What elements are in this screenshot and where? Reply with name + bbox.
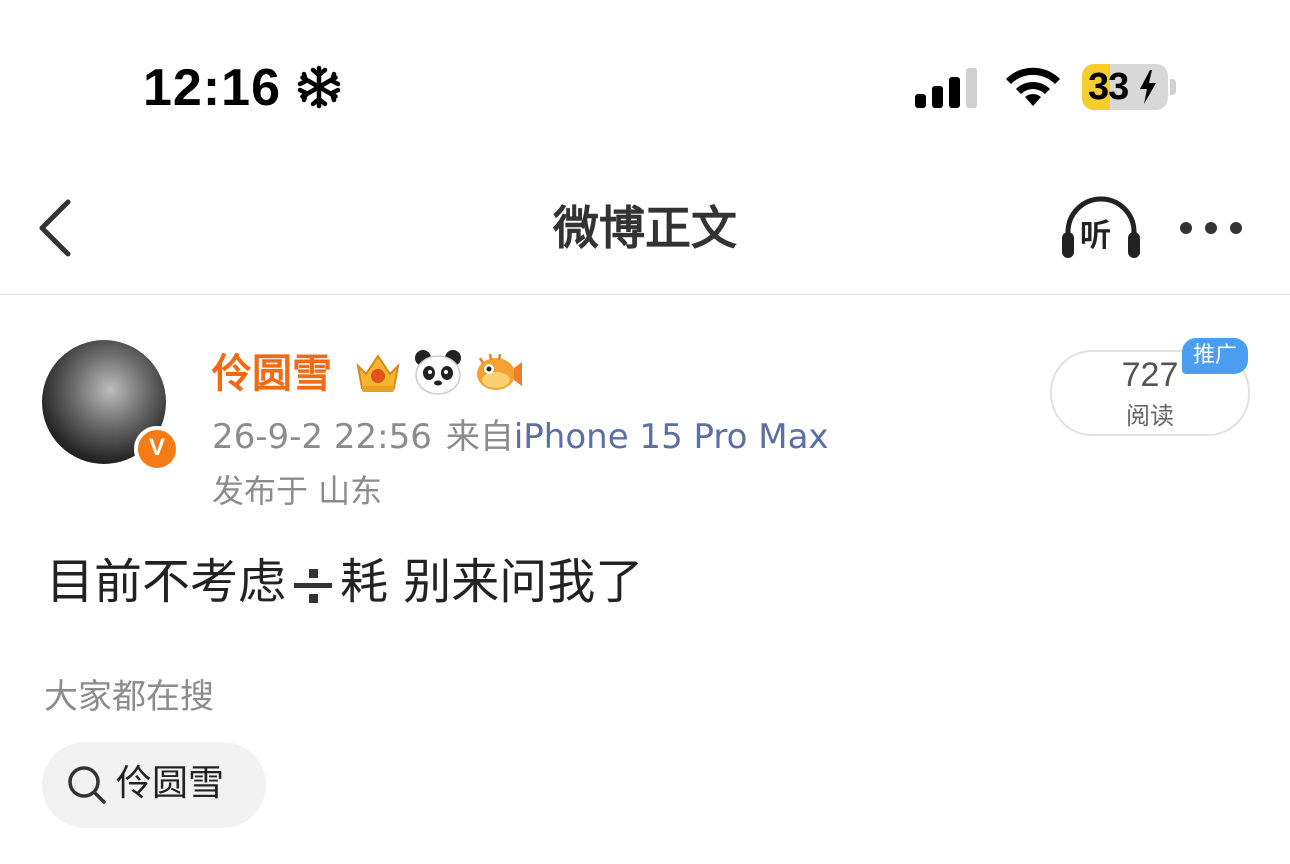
post-meta: 26-9-2 22:56 来自iPhone 15 Pro Max	[212, 414, 829, 460]
panda-emoji-icon	[415, 350, 461, 395]
read-label: 阅读	[1126, 402, 1174, 430]
battery-charging-icon: 33	[1082, 64, 1178, 110]
source-label: 来自	[445, 417, 514, 457]
more-icon[interactable]	[1180, 216, 1250, 240]
cellular-signal-icon	[915, 68, 977, 108]
username[interactable]: 伶圆雪	[212, 348, 332, 400]
status-time: 12:16	[143, 59, 281, 117]
listen-button[interactable]: 听	[1058, 196, 1144, 260]
post-text-part-2: 耗 别来问我了	[340, 554, 644, 610]
division-sign-icon	[292, 565, 334, 605]
crown-badge-icon[interactable]	[352, 348, 404, 396]
search-icon	[68, 766, 106, 804]
nav-bar: 微博正文 听	[0, 160, 1290, 295]
avatar[interactable]: V	[42, 340, 180, 472]
wifi-icon	[1006, 67, 1060, 106]
snowflake-icon	[297, 65, 341, 109]
status-bar: 12:16 33	[0, 0, 1290, 150]
post-timestamp: 26-9-2 22:56	[212, 417, 432, 457]
user-badges	[352, 348, 524, 396]
listen-label: 听	[1080, 218, 1111, 254]
device-link[interactable]: iPhone 15 Pro Max	[514, 417, 829, 457]
trending-search-heading: 大家都在搜	[44, 677, 214, 717]
search-chip[interactable]: 伶圆雪	[42, 742, 266, 828]
post-location: 发布于 山东	[212, 472, 383, 510]
verified-badge-icon: V	[134, 426, 180, 472]
post-text-part-1: 目前不考虑	[46, 554, 287, 610]
bolt-icon	[1140, 70, 1156, 104]
search-chip-label: 伶圆雪	[116, 763, 225, 804]
pufferfish-emoji-icon	[477, 353, 522, 390]
post-text: 目前不考虑耗 别来问我了	[46, 550, 643, 614]
battery-level: 33	[1088, 66, 1129, 108]
promote-badge[interactable]: 推广	[1182, 338, 1248, 374]
